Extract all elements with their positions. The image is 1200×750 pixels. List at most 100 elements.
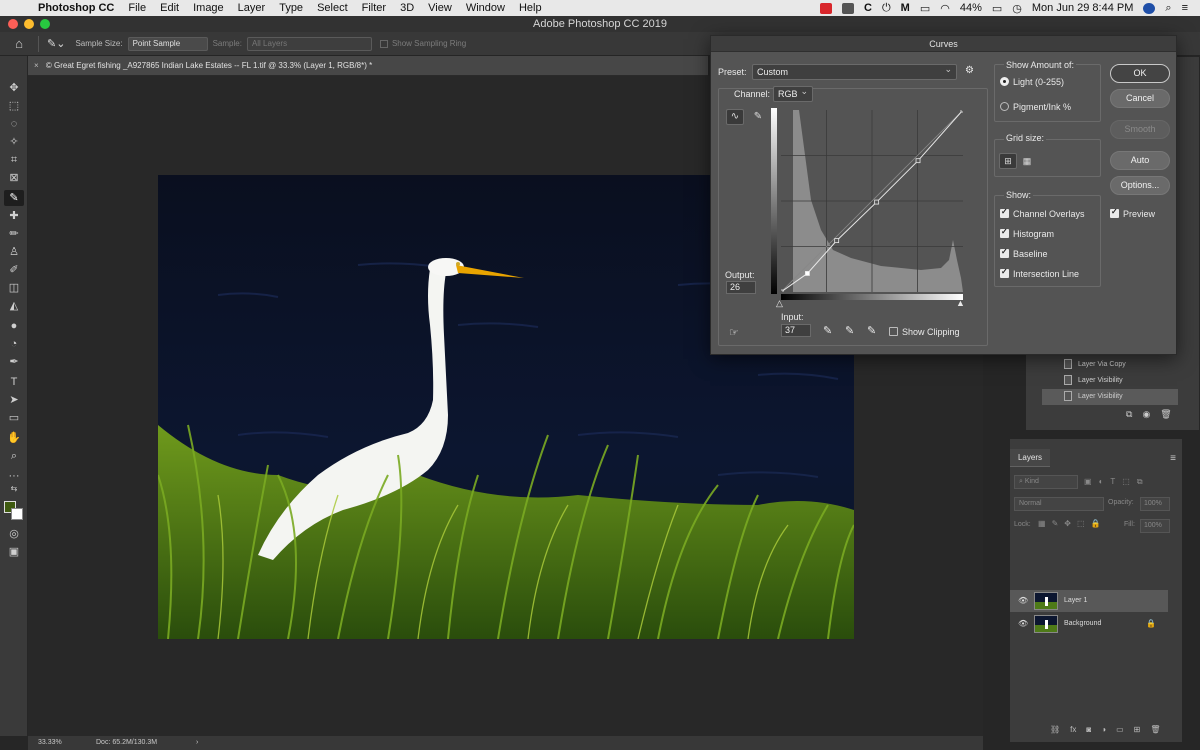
white-point-slider-icon[interactable]: ▲ — [956, 298, 965, 308]
app-menu[interactable]: Photoshop CC — [38, 2, 121, 14]
show-clipping-checkbox[interactable]: Show Clipping — [889, 327, 960, 337]
curve-control-point[interactable] — [960, 110, 963, 113]
curve-control-point[interactable] — [805, 271, 810, 276]
healing-brush-tool-icon[interactable]: ✚ — [4, 208, 24, 224]
curve-control-point[interactable] — [781, 289, 784, 292]
document-tab[interactable]: × © Great Egret fishing _A927865 Indian … — [28, 56, 708, 76]
move-tool-icon[interactable]: ✥ — [4, 80, 24, 96]
menu-3d[interactable]: 3D — [393, 2, 421, 14]
crop-tool-icon[interactable]: ⌗ — [4, 152, 24, 168]
layer-kind-filter[interactable]: ⌕ Kind — [1014, 475, 1078, 489]
opacity-field[interactable]: 100% — [1140, 497, 1170, 511]
pixel-layer-filter-icon[interactable]: ▣ — [1084, 477, 1092, 487]
new-layer-icon[interactable]: ⊞ — [1134, 725, 1141, 734]
eyedropper-preset-icon[interactable]: ✎⌄ — [47, 37, 65, 50]
doc-size[interactable]: Doc: 65.2M/130.3M — [96, 736, 157, 750]
background-color-swatch[interactable] — [11, 508, 23, 520]
new-snapshot-icon[interactable]: ◉ — [1142, 409, 1150, 420]
menu-edit[interactable]: Edit — [153, 2, 186, 14]
path-selection-tool-icon[interactable]: ➤ — [4, 392, 24, 408]
status-menu-chevron-icon[interactable]: › — [196, 736, 198, 750]
history-item[interactable]: Layer Via Copy — [1042, 357, 1178, 373]
type-tool-icon[interactable]: T — [4, 374, 24, 390]
input-field[interactable]: 37 — [781, 324, 811, 337]
app-status-icon[interactable] — [820, 2, 832, 14]
menu-select[interactable]: Select — [310, 2, 355, 14]
adjustment-layer-filter-icon[interactable]: ◐ — [1099, 477, 1104, 487]
menu-file[interactable]: File — [121, 2, 153, 14]
panel-menu-icon[interactable]: ≡ — [1170, 453, 1176, 464]
smooth-button[interactable]: Smooth — [1110, 120, 1170, 139]
pencil-draw-mode-icon[interactable]: ✎ — [749, 109, 767, 125]
preview-checkbox[interactable]: Preview — [1110, 207, 1155, 219]
preset-select[interactable]: Custom — [752, 62, 957, 80]
black-eyedropper-icon[interactable]: ✎ — [823, 324, 832, 337]
gray-eyedropper-icon[interactable]: ✎ — [845, 324, 854, 337]
visibility-eye-icon[interactable]: 👁 — [1018, 590, 1028, 612]
menu-filter[interactable]: Filter — [355, 2, 393, 14]
menu-layer[interactable]: Layer — [231, 2, 273, 14]
minimize-window-button[interactable] — [24, 19, 34, 29]
brush-tool-icon[interactable]: ✏ — [4, 226, 24, 242]
blend-mode-select[interactable]: Normal — [1014, 497, 1104, 511]
home-icon[interactable]: ⌂ — [8, 36, 30, 51]
paint-bucket-tool-icon[interactable]: ◭ — [4, 298, 24, 314]
lock-image-pixels-icon[interactable]: ✎ — [1052, 519, 1059, 528]
airplay-icon[interactable]: ▭ — [920, 2, 930, 15]
spotlight-icon[interactable]: ⌕ — [1165, 2, 1171, 15]
ok-button[interactable]: OK — [1110, 64, 1170, 83]
fill-field[interactable]: 100% — [1140, 519, 1170, 533]
quick-selection-tool-icon[interactable]: ✧ — [4, 134, 24, 150]
c-status-icon[interactable]: C — [864, 2, 872, 14]
power-status-icon[interactable]: ⏻ — [882, 2, 891, 15]
options-button[interactable]: Options... — [1110, 176, 1170, 195]
battery-icon[interactable]: ▭ — [992, 2, 1002, 15]
eraser-tool-icon[interactable]: ◫ — [4, 280, 24, 296]
menu-image[interactable]: Image — [186, 2, 231, 14]
curve-control-point[interactable] — [915, 158, 921, 164]
lock-all-icon[interactable]: 🔒 — [1091, 519, 1101, 528]
time-machine-icon[interactable]: ◷ — [1012, 2, 1022, 15]
blur-tool-icon[interactable]: ● — [4, 318, 24, 334]
targeted-adjustment-icon[interactable]: ☞ — [729, 326, 739, 339]
hand-tool-icon[interactable]: ✋ — [4, 430, 24, 446]
detailed-grid-icon[interactable]: ▦ — [1018, 153, 1036, 169]
visibility-eye-icon[interactable]: 👁 — [1018, 613, 1028, 635]
curve-control-point[interactable] — [874, 199, 880, 205]
menu-window[interactable]: Window — [459, 2, 512, 14]
curve-graph[interactable] — [781, 110, 963, 292]
zoom-tool-icon[interactable]: ⌕ — [4, 448, 24, 464]
history-brush-tool-icon[interactable]: ✐ — [4, 262, 24, 278]
pigment-radio[interactable]: Pigment/Ink % — [1000, 102, 1071, 112]
channel-select[interactable]: RGB — [773, 84, 813, 102]
grid-status-icon[interactable] — [842, 2, 854, 14]
show-sampling-ring-checkbox[interactable] — [379, 39, 388, 48]
m-status-icon[interactable]: M — [901, 2, 910, 14]
marquee-tool-icon[interactable]: ⬚ — [4, 98, 24, 114]
curve-point-mode-icon[interactable]: ∿ — [726, 109, 744, 125]
delete-layer-icon[interactable]: 🗑 — [1150, 725, 1160, 734]
type-layer-filter-icon[interactable]: T — [1110, 477, 1115, 487]
pen-tool-icon[interactable]: ✒ — [4, 354, 24, 370]
add-mask-icon[interactable]: ◙ — [1086, 725, 1091, 734]
menu-type[interactable]: Type — [272, 2, 310, 14]
new-document-from-state-icon[interactable]: ⧉ — [1126, 409, 1132, 420]
user-status-icon[interactable] — [1143, 2, 1156, 14]
close-document-icon[interactable]: × — [34, 61, 39, 70]
menu-help[interactable]: Help — [512, 2, 549, 14]
layer-style-icon[interactable]: fx — [1070, 725, 1076, 734]
delete-state-icon[interactable]: 🗑 — [1160, 409, 1171, 420]
shape-layer-filter-icon[interactable]: ⬚ — [1122, 477, 1130, 487]
frame-tool-icon[interactable]: ⊠ — [4, 170, 24, 186]
adjustment-layer-icon[interactable]: ◑ — [1101, 725, 1106, 734]
new-group-icon[interactable]: ▭ — [1116, 725, 1124, 734]
lock-artboard-icon[interactable]: ⬚ — [1077, 519, 1085, 528]
more-tools-icon[interactable]: ··· — [4, 468, 24, 484]
histogram-checkbox[interactable]: Histogram — [1000, 227, 1054, 239]
wifi-icon[interactable]: ◠ — [940, 2, 950, 15]
history-item[interactable]: Layer Visibility — [1042, 389, 1178, 405]
notification-center-icon[interactable]: ≡ — [1182, 2, 1188, 14]
lock-transparent-pixels-icon[interactable]: ▦ — [1038, 519, 1046, 528]
rectangle-tool-icon[interactable]: ▭ — [4, 410, 24, 426]
zoom-window-button[interactable] — [40, 19, 50, 29]
